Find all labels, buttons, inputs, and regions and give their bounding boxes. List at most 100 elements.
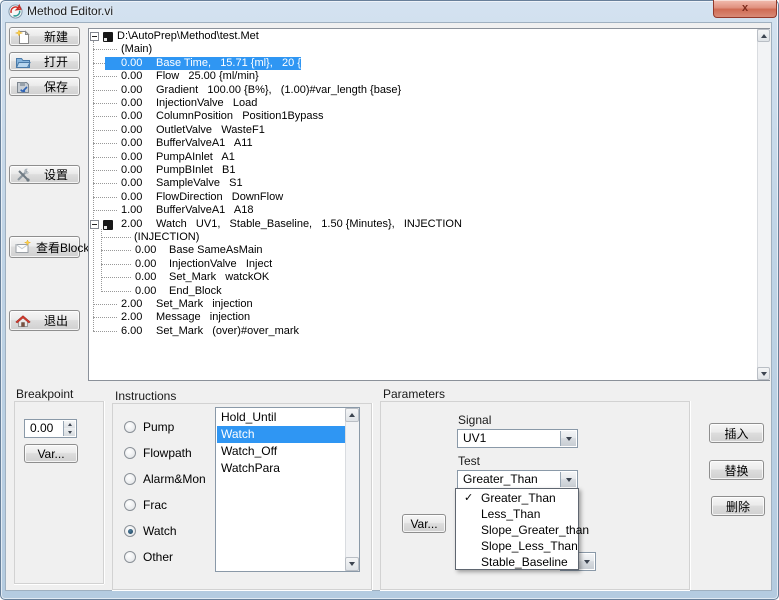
list-item[interactable]: WatchPara xyxy=(217,460,345,477)
tree-scrollbar[interactable] xyxy=(757,29,770,380)
tree-row-time: 0.00 xyxy=(121,164,142,177)
radio-watch[interactable]: Watch xyxy=(124,524,177,538)
radio-alarm-mon[interactable]: Alarm&Mon xyxy=(124,472,206,486)
tree-row[interactable]: 1.00BufferValveA1 A18 xyxy=(89,204,769,217)
tree-row[interactable]: 0.00Base Time, 15.71 {ml}, 20 {cm} xyxy=(89,57,769,70)
sidebar-button-save[interactable]: 保存 xyxy=(9,77,80,96)
menu-item[interactable]: Slope_Less_Than xyxy=(457,538,577,554)
radio-icon xyxy=(124,499,136,511)
listbox-scroll-down-button[interactable] xyxy=(345,557,359,571)
parameters-var-button[interactable]: Var... xyxy=(402,514,446,533)
list-item[interactable]: Hold_Until xyxy=(217,409,345,426)
list-item[interactable]: Watch_Off xyxy=(217,443,345,460)
tree-row[interactable]: 6.00 Set_Mark (over)#over_mark xyxy=(89,325,769,338)
tree-connector xyxy=(93,143,117,144)
signal-dropdown-button[interactable] xyxy=(560,431,576,446)
sidebar-button-view-block[interactable]: 查看Block xyxy=(9,236,80,258)
tree-connector xyxy=(101,250,131,251)
breakpoint-section-label: Breakpoint xyxy=(16,387,73,401)
menu-item[interactable]: Stable_Baseline xyxy=(457,554,577,570)
tree-row[interactable]: 0.00Flow 25.00 {ml/min} xyxy=(89,70,769,83)
radio-other[interactable]: Other xyxy=(124,550,173,564)
tree-row-text: Base SameAsMain xyxy=(169,244,263,257)
tree-row[interactable]: D:\AutoPrep\Method\test.Met xyxy=(89,30,769,43)
hidden-combo-dropdown-button[interactable] xyxy=(578,554,594,569)
tree-row[interactable]: 0.00Base SameAsMain xyxy=(89,244,769,257)
close-button[interactable]: x xyxy=(713,0,777,18)
insert-button[interactable]: 插入 xyxy=(709,423,764,443)
sidebar-button-label: 保存 xyxy=(36,78,79,95)
tree-row[interactable]: 2.00Message injection xyxy=(89,311,769,324)
breakpoint-spin-down-button[interactable] xyxy=(63,428,75,436)
tree-row[interactable]: 0.00 PumpBInlet B1 xyxy=(89,164,769,177)
tree-row-time: 0.00 xyxy=(121,137,142,150)
tree-row[interactable]: 0.00BufferValveA1 A11 xyxy=(89,137,769,150)
tree-row[interactable]: 0.00InjectionValve Inject xyxy=(89,258,769,271)
sidebar-button-new[interactable]: 新建 xyxy=(9,27,80,46)
tree-row-text: PumpBInlet B1 xyxy=(156,164,236,177)
tree-row[interactable]: 0.00SampleValve S1 xyxy=(89,177,769,190)
tree-row-time: 0.00 xyxy=(121,84,142,97)
spin-down-icon xyxy=(68,431,72,434)
title-bar[interactable]: Method Editor.vi x xyxy=(0,0,779,22)
tree-scroll-up-button[interactable] xyxy=(757,29,770,42)
tree-row[interactable]: 2.00Watch UV1, Stable_Baseline, 1.50 {Mi… xyxy=(89,218,769,231)
tree-root-text: D:\AutoPrep\Method\test.Met xyxy=(117,30,259,43)
sidebar-button-exit[interactable]: 退出 xyxy=(9,310,80,331)
tree-row[interactable]: 2.00Set_Mark injection xyxy=(89,298,769,311)
tree-row-text: Base Time, 15.71 {ml}, 20 {cm} xyxy=(156,57,319,70)
tree-connector xyxy=(101,291,131,292)
menu-item[interactable]: ✓Greater_Than xyxy=(457,490,577,506)
tree-row[interactable]: 0.00ColumnPosition Position1Bypass xyxy=(89,110,769,123)
radio-icon xyxy=(124,473,136,485)
sidebar-button-label: 新建 xyxy=(36,28,79,45)
radio-label: Flowpath xyxy=(143,446,192,460)
tree-row[interactable]: 0.00Set_Mark watckOK xyxy=(89,271,769,284)
tree-row-time: 0.00 xyxy=(121,177,142,190)
replace-button[interactable]: 替换 xyxy=(709,460,764,480)
menu-item[interactable]: Less_Than xyxy=(457,506,577,522)
listbox-scroll-up-button[interactable] xyxy=(345,408,359,422)
tree-row[interactable]: 0.00End_Block xyxy=(89,285,769,298)
tree-connector xyxy=(101,237,131,238)
tree-connector xyxy=(93,103,117,104)
collapse-toggle-icon[interactable] xyxy=(90,220,99,229)
tree-row-text: Set_Mark injection xyxy=(156,298,253,311)
delete-button[interactable]: 删除 xyxy=(711,496,765,516)
test-label: Test xyxy=(458,454,480,468)
spin-up-icon xyxy=(68,423,72,426)
instruction-listbox[interactable]: Hold_UntilWatchWatch_OffWatchPara xyxy=(215,407,360,572)
tree-row[interactable]: 0.00Gradient 100.00 {B%}, (1.00)#var_len… xyxy=(89,84,769,97)
tree-row[interactable]: (Main) xyxy=(89,43,769,56)
collapse-toggle-icon[interactable] xyxy=(90,32,99,41)
test-combobox[interactable]: Greater_Than xyxy=(457,470,578,489)
signal-combobox[interactable]: UV1 xyxy=(457,429,578,448)
radio-label: Pump xyxy=(143,420,174,434)
list-item[interactable]: Watch xyxy=(217,426,345,443)
menu-item-label: Greater_Than xyxy=(481,490,556,506)
method-tree[interactable]: D:\AutoPrep\Method\test.Met(Main)0.00Bas… xyxy=(88,28,770,381)
listbox-scrollbar[interactable] xyxy=(345,408,359,571)
tree-connector xyxy=(101,277,131,278)
breakpoint-spinbox[interactable]: 0.00 xyxy=(24,419,77,438)
menu-item[interactable]: Slope_Greater_than xyxy=(457,522,577,538)
menu-item-label: Slope_Less_Than xyxy=(481,538,578,554)
tree-row[interactable]: 0.00InjectionValve Load xyxy=(89,97,769,110)
tree-row-time: 6.00 xyxy=(121,325,142,338)
tree-connector xyxy=(101,264,131,265)
tree-row[interactable]: 0.00PumpAInlet A1 xyxy=(89,151,769,164)
tree-row[interactable]: (INJECTION) xyxy=(89,231,769,244)
tree-row-text: Set_Mark (over)#over_mark xyxy=(156,325,299,338)
radio-flowpath[interactable]: Flowpath xyxy=(124,446,192,460)
tree-scroll-down-button[interactable] xyxy=(757,367,770,380)
radio-pump[interactable]: Pump xyxy=(124,420,174,434)
test-dropdown-button[interactable] xyxy=(560,472,576,487)
sidebar-button-settings[interactable]: 设置 xyxy=(9,165,80,184)
breakpoint-var-button[interactable]: Var... xyxy=(24,444,78,463)
tree-row[interactable]: 0.00OutletValve WasteF1 xyxy=(89,124,769,137)
sidebar-button-open[interactable]: 打开 xyxy=(9,52,80,71)
arrow-down-icon xyxy=(761,372,767,376)
tree-row[interactable]: 0.00FlowDirection DownFlow xyxy=(89,191,769,204)
radio-frac[interactable]: Frac xyxy=(124,498,167,512)
sidebar-button-label: 打开 xyxy=(36,53,79,70)
